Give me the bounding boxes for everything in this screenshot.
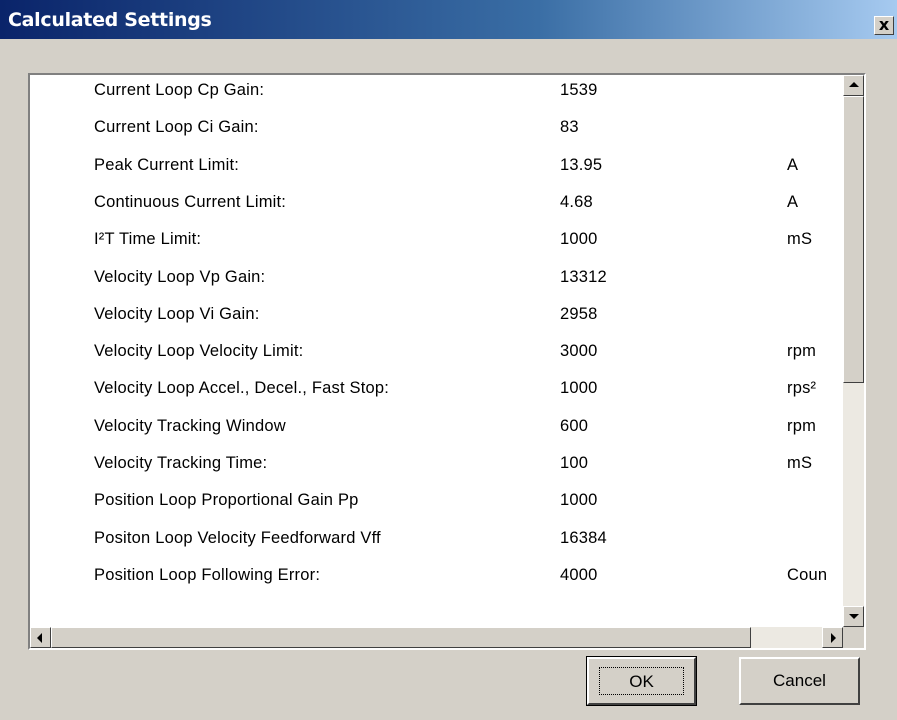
setting-value: 600 [560,416,589,435]
horizontal-scroll-thumb[interactable] [51,627,751,648]
setting-value: 4000 [560,565,598,584]
setting-label: Continuous Current Limit: [94,192,287,211]
setting-value: 13312 [560,267,607,286]
arrow-up-icon [849,82,859,87]
setting-row: Velocity Loop Vi Gain: 2958 [30,305,843,341]
setting-label: Current Loop Ci Gain: [94,118,259,137]
setting-label: Velocity Tracking Time: [94,454,268,472]
horizontal-scrollbar[interactable] [30,627,843,648]
setting-unit: mS [787,230,813,249]
scroll-down-button[interactable] [843,606,864,627]
setting-unit: rpm [787,342,817,361]
setting-unit: A [787,155,799,174]
title-bar: Calculated Settings x [0,0,897,39]
setting-row: Current Loop Cp Gain: 1539 [30,81,843,117]
close-icon: x [878,15,890,34]
setting-label: Velocity Loop Vp Gain: [94,267,266,286]
setting-label: Position Loop Proportional Gain Pp [94,491,359,510]
setting-unit: rps² [787,379,817,398]
setting-label: Velocity Tracking Window [94,416,286,435]
setting-value: 1000 [560,491,598,510]
setting-value: 16384 [560,528,607,547]
setting-row: Position Loop Following Error: 4000 Coun [30,566,843,602]
window-title: Calculated Settings [8,9,212,31]
setting-unit: rpm [787,416,817,435]
setting-row: Position Loop Proportional Gain Pp 1000 [30,491,843,527]
scroll-up-button[interactable] [843,75,864,96]
arrow-right-icon [831,633,836,643]
setting-row: Velocity Tracking Time: 100 mS [30,454,843,490]
setting-unit: A [787,192,799,211]
setting-value: 1539 [560,81,598,99]
setting-value: 100 [560,454,589,472]
setting-row: Velocity Tracking Window 600 rpm [30,417,843,453]
setting-label: Peak Current Limit: [94,155,240,174]
setting-label: Velocity Loop Vi Gain: [94,304,260,323]
setting-unit: mS [787,454,813,472]
setting-row: Continuous Current Limit: 4.68 A [30,193,843,229]
setting-unit: Coun [787,565,828,584]
setting-row: Velocity Loop Accel., Decel., Fast Stop:… [30,379,843,415]
setting-value: 1000 [560,230,598,249]
setting-row: Velocity Loop Velocity Limit: 3000 rpm [30,342,843,378]
setting-row: Positon Loop Velocity Feedforward Vff 163… [30,529,843,565]
setting-value: 83 [560,118,579,137]
setting-value: 1000 [560,379,598,398]
vertical-scrollbar[interactable] [843,75,864,627]
setting-value: 4.68 [560,192,593,211]
setting-row: Velocity Loop Vp Gain: 13312 [30,268,843,304]
ok-button[interactable]: OK [586,656,697,706]
setting-value: 13.95 [560,155,603,174]
setting-value: 2958 [560,304,598,323]
setting-label: Velocity Loop Accel., Decel., Fast Stop: [94,379,390,398]
arrow-left-icon [37,633,42,643]
setting-row: Peak Current Limit: 13.95 A [30,156,843,192]
arrow-down-icon [849,614,859,619]
cancel-button[interactable]: Cancel [739,657,860,705]
close-button[interactable]: x [874,16,894,35]
setting-row: I²T Time Limit: 1000 mS [30,230,843,266]
scroll-right-button[interactable] [822,627,843,648]
settings-list: Current Loop Cp Gain: 1539 Current Loop Ci… [30,75,843,627]
scrollbar-corner [843,627,864,648]
setting-label: I²T Time Limit: [94,230,202,249]
setting-row: Current Loop Ci Gain: 83 [30,118,843,154]
ok-button-label: OK [599,667,684,695]
setting-label: Current Loop Cp Gain: [94,81,265,99]
scroll-left-button[interactable] [30,627,51,648]
settings-list-panel: Current Loop Cp Gain: 1539 Current Loop Ci… [28,73,866,650]
vertical-scroll-thumb[interactable] [843,96,864,383]
setting-label: Positon Loop Velocity Feedforward Vff [94,528,381,547]
setting-label: Position Loop Following Error: [94,565,321,584]
setting-label: Velocity Loop Velocity Limit: [94,342,304,361]
setting-value: 3000 [560,342,598,361]
